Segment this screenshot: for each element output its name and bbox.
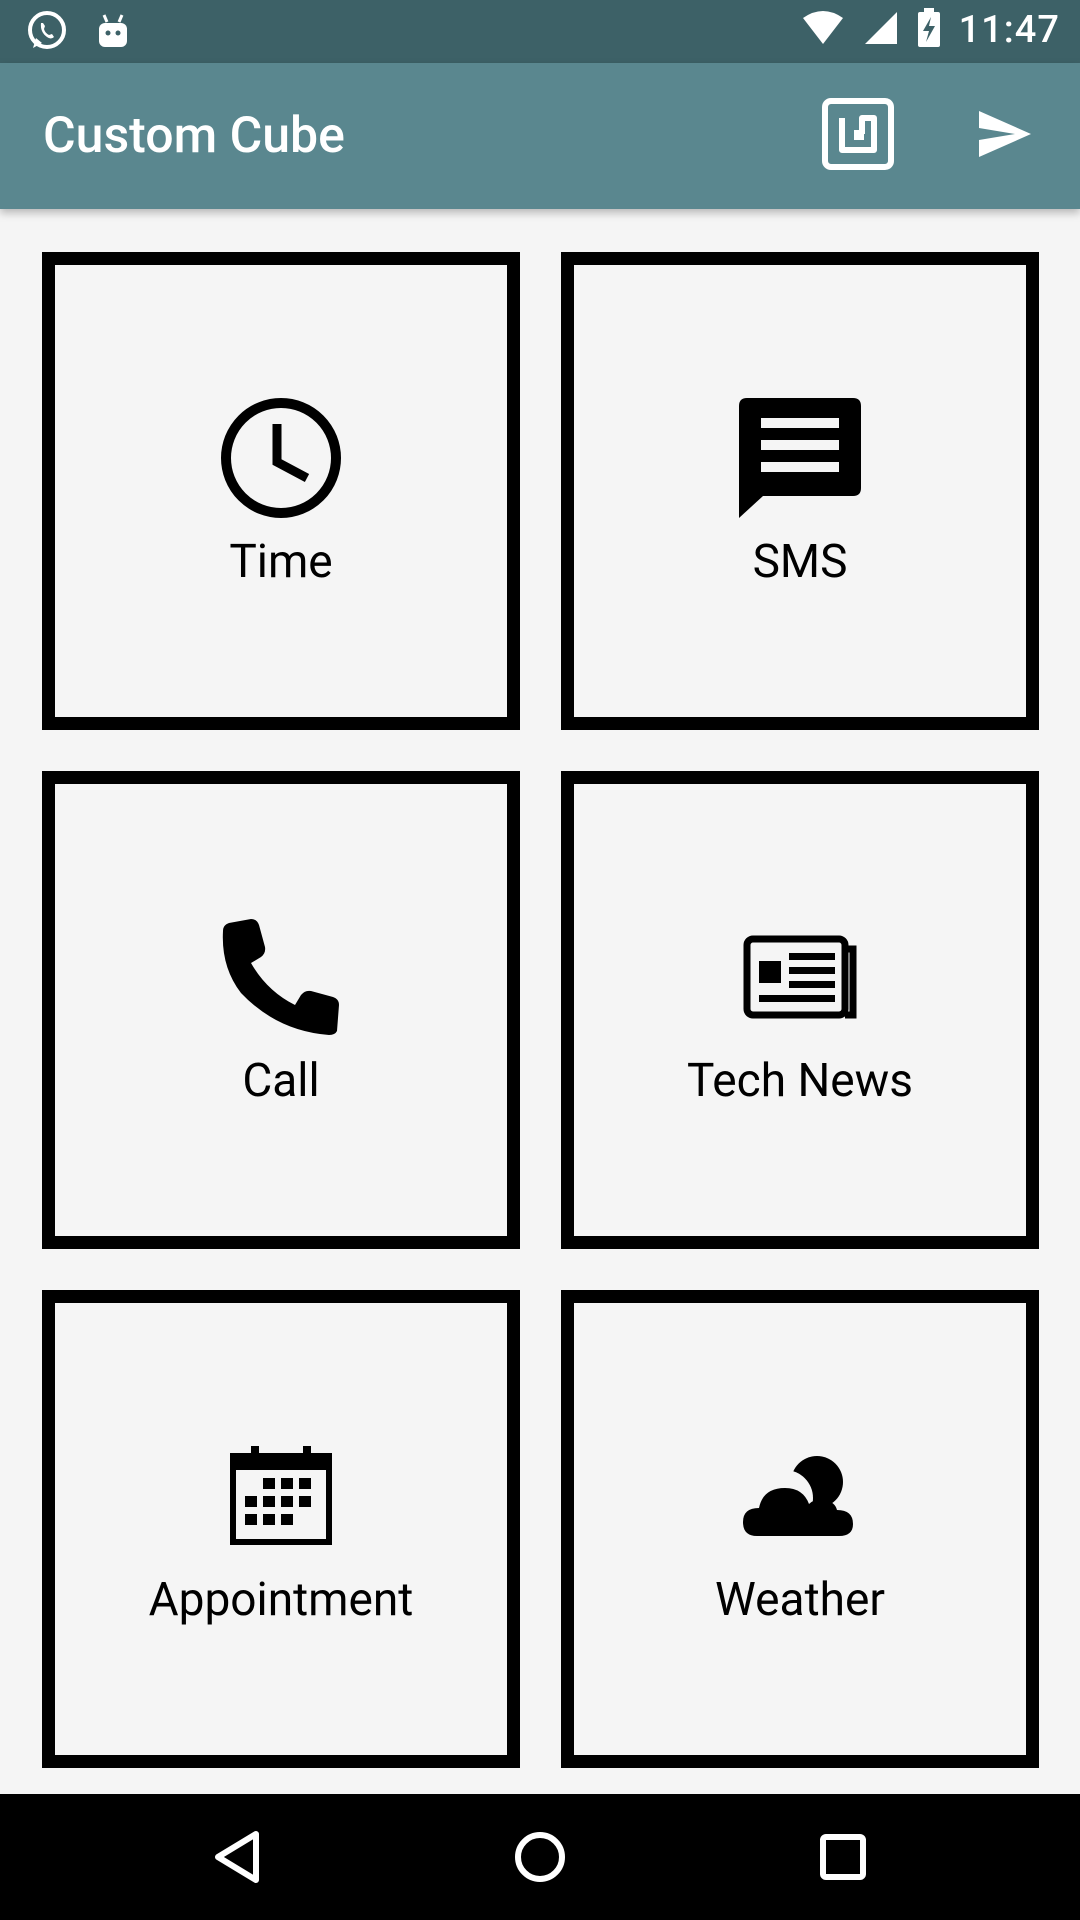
phone-icon <box>221 912 341 1042</box>
back-icon <box>212 1830 262 1888</box>
app-title: Custom Cube <box>43 107 345 165</box>
home-button[interactable] <box>505 1824 575 1894</box>
send-button[interactable] <box>965 96 1045 176</box>
recents-icon <box>819 1833 867 1885</box>
tile-sms[interactable]: SMS <box>561 252 1039 730</box>
clock-icon <box>219 393 343 523</box>
tile-time[interactable]: Time <box>42 252 520 730</box>
calendar-icon <box>229 1431 333 1561</box>
battery-charging-icon <box>917 8 941 52</box>
app-bar: Custom Cube <box>0 63 1080 209</box>
nfc-icon <box>822 98 894 174</box>
message-icon <box>737 393 863 523</box>
weather-icon <box>743 1431 857 1561</box>
navigation-bar <box>0 1794 1080 1920</box>
tile-call[interactable]: Call <box>42 771 520 1249</box>
signal-icon <box>863 10 899 50</box>
newspaper-icon <box>743 912 857 1042</box>
tile-label: Weather <box>715 1573 885 1627</box>
home-icon <box>513 1830 567 1888</box>
status-time: 11:47 <box>958 8 1060 52</box>
tile-weather[interactable]: Weather <box>561 1290 1039 1768</box>
android-icon <box>96 13 130 53</box>
tile-appointment[interactable]: Appointment <box>42 1290 520 1768</box>
tile-label: SMS <box>752 535 848 589</box>
wifi-icon <box>801 10 845 50</box>
whatsapp-icon <box>26 10 68 56</box>
tile-label: Time <box>229 535 333 589</box>
tile-label: Call <box>242 1054 320 1108</box>
tile-label: Appointment <box>148 1573 414 1627</box>
tile-label: Tech News <box>687 1054 913 1108</box>
status-bar: 11:47 <box>0 0 1080 63</box>
nfc-button[interactable] <box>818 96 898 176</box>
tile-tech-news[interactable]: Tech News <box>561 771 1039 1249</box>
send-icon <box>977 109 1033 163</box>
recents-button[interactable] <box>808 1824 878 1894</box>
back-button[interactable] <box>202 1824 272 1894</box>
